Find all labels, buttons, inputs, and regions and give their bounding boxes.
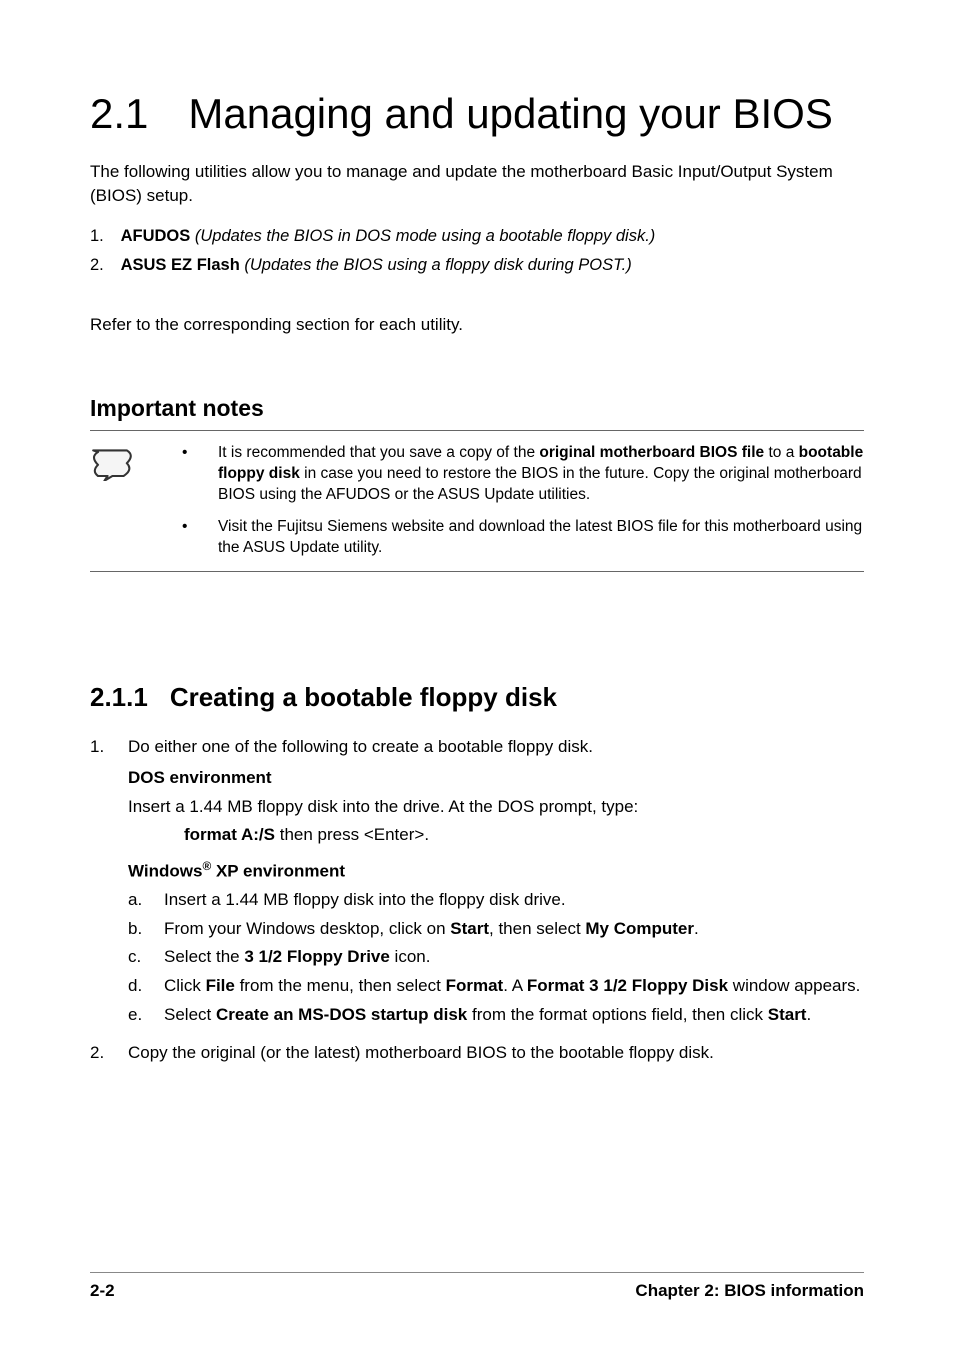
section-title: 2.1 Managing and updating your BIOS bbox=[90, 90, 864, 138]
chapter-label: Chapter 2: BIOS information bbox=[635, 1281, 864, 1301]
list-item: 1. AFUDOS (Updates the BIOS in DOS mode … bbox=[90, 224, 864, 250]
util-number: 2. bbox=[90, 253, 116, 279]
steps-list: 1. Do either one of the following to cre… bbox=[90, 735, 864, 1066]
list-item: c. Select the 3 1/2 Floppy Drive icon. bbox=[128, 945, 864, 970]
util-name: ASUS EZ Flash bbox=[121, 256, 240, 274]
substep-text: Insert a 1.44 MB floppy disk into the fl… bbox=[164, 888, 864, 913]
list-item: b. From your Windows desktop, click on S… bbox=[128, 917, 864, 942]
substep-letter: c. bbox=[128, 945, 150, 970]
substeps-list: a. Insert a 1.44 MB floppy disk into the… bbox=[128, 888, 864, 1027]
command-line: format A:/S then press <Enter>. bbox=[184, 823, 864, 848]
util-desc: (Updates the BIOS using a floppy disk du… bbox=[244, 256, 631, 274]
note-item: • It is recommended that you save a copy… bbox=[182, 443, 864, 506]
page-number: 2-2 bbox=[90, 1281, 115, 1301]
list-item: d. Click File from the menu, then select… bbox=[128, 974, 864, 999]
command-after: then press <Enter>. bbox=[275, 825, 429, 844]
notes-block: • It is recommended that you save a copy… bbox=[90, 430, 864, 573]
note-icon bbox=[90, 443, 138, 560]
list-item: a. Insert a 1.44 MB floppy disk into the… bbox=[128, 888, 864, 913]
util-name: AFUDOS bbox=[121, 227, 191, 245]
substep-letter: d. bbox=[128, 974, 150, 999]
step-number: 1. bbox=[90, 735, 112, 1031]
substep-text: Select the 3 1/2 Floppy Drive icon. bbox=[164, 945, 864, 970]
subsection-number: 2.1.1 bbox=[90, 682, 148, 713]
note-text: Visit the Fujitsu Siemens website and do… bbox=[218, 517, 864, 559]
title-text: Managing and updating your BIOS bbox=[188, 90, 832, 138]
utilities-list: 1. AFUDOS (Updates the BIOS in DOS mode … bbox=[90, 224, 864, 279]
substep-text: Click File from the menu, then select Fo… bbox=[164, 974, 864, 999]
list-item: 2. Copy the original (or the latest) mot… bbox=[90, 1041, 864, 1066]
dos-heading: DOS environment bbox=[128, 766, 864, 791]
substep-letter: b. bbox=[128, 917, 150, 942]
page-footer: 2-2 Chapter 2: BIOS information bbox=[90, 1272, 864, 1301]
bullet-icon: • bbox=[182, 517, 194, 559]
notes-heading: Important notes bbox=[90, 395, 864, 422]
refer-text: Refer to the corresponding section for e… bbox=[90, 315, 864, 335]
subsection-text: Creating a bootable floppy disk bbox=[170, 682, 557, 712]
list-item: 1. Do either one of the following to cre… bbox=[90, 735, 864, 1031]
note-text: It is recommended that you save a copy o… bbox=[218, 443, 864, 506]
substep-letter: e. bbox=[128, 1003, 150, 1028]
list-item: 2. ASUS EZ Flash (Updates the BIOS using… bbox=[90, 253, 864, 279]
title-number: 2.1 bbox=[90, 90, 148, 138]
intro-paragraph: The following utilities allow you to man… bbox=[90, 160, 864, 208]
substep-text: Select Create an MS-DOS startup disk fro… bbox=[164, 1003, 864, 1028]
list-item: e. Select Create an MS-DOS startup disk … bbox=[128, 1003, 864, 1028]
step-text: Copy the original (or the latest) mother… bbox=[128, 1041, 864, 1066]
win-heading: Windows® XP environment bbox=[128, 858, 864, 884]
step-number: 2. bbox=[90, 1041, 112, 1066]
bullet-icon: • bbox=[182, 443, 194, 506]
subsection-heading: 2.1.1 Creating a bootable floppy disk bbox=[90, 682, 864, 713]
step-body: Do either one of the following to create… bbox=[128, 735, 864, 1031]
note-item: • Visit the Fujitsu Siemens website and … bbox=[182, 517, 864, 559]
util-desc: (Updates the BIOS in DOS mode using a bo… bbox=[195, 227, 655, 245]
step-text: Do either one of the following to create… bbox=[128, 735, 864, 760]
substep-text: From your Windows desktop, click on Star… bbox=[164, 917, 864, 942]
util-number: 1. bbox=[90, 224, 116, 250]
substep-letter: a. bbox=[128, 888, 150, 913]
command: format A:/S bbox=[184, 825, 275, 844]
notes-content: • It is recommended that you save a copy… bbox=[182, 443, 864, 560]
dos-text: Insert a 1.44 MB floppy disk into the dr… bbox=[128, 795, 864, 820]
